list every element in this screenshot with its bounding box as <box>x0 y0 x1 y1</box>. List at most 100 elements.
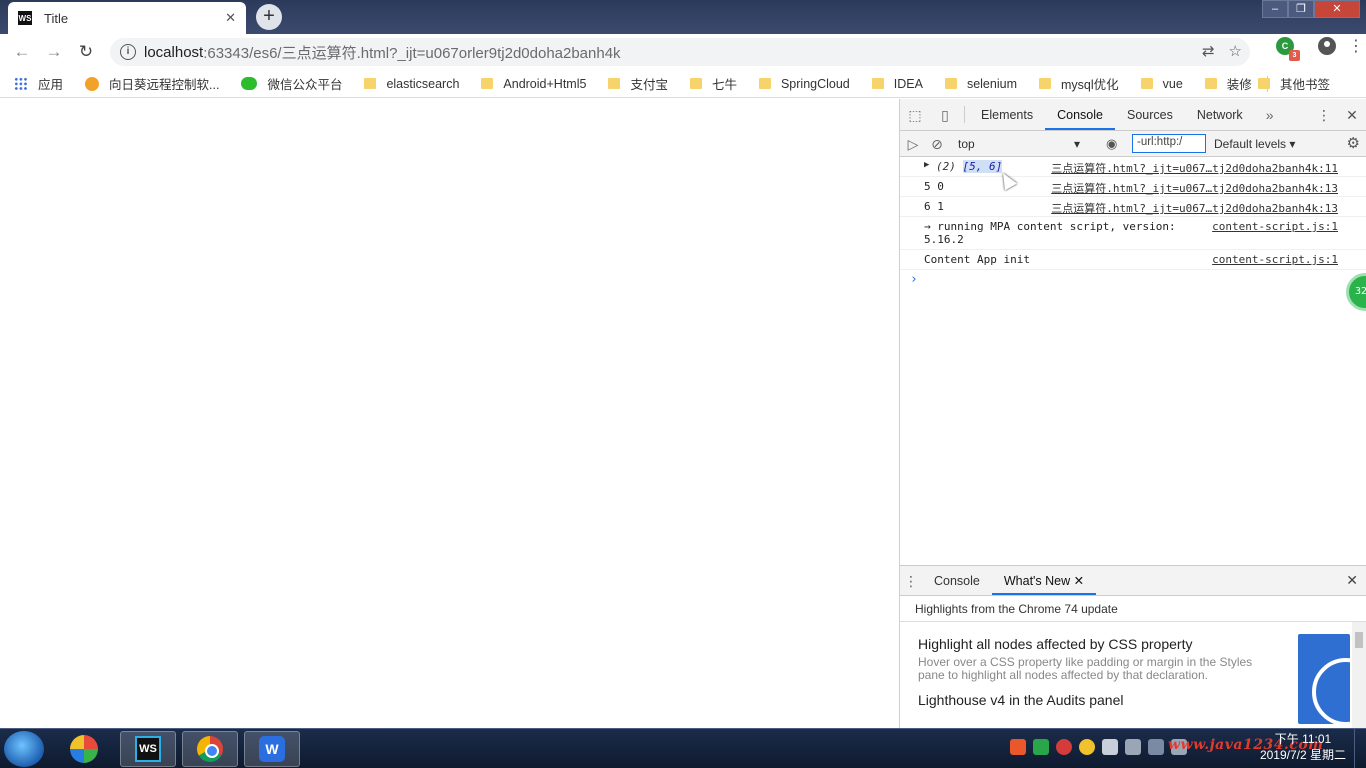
bookmark-item[interactable]: SpringCloud <box>758 77 850 91</box>
console-settings-gear-icon[interactable]: ⚙ <box>1347 134 1360 152</box>
menu-kebab-icon[interactable]: ⋮ <box>1348 36 1364 56</box>
system-tray <box>1010 739 1187 755</box>
bookmark-label: 支付宝 <box>630 78 668 92</box>
close-window-button[interactable]: ✕ <box>1314 0 1360 18</box>
browser-tab[interactable]: WS Title ✕ <box>8 2 246 34</box>
system-clock[interactable]: 下午 11:01 2019/7/2 星期二 <box>1260 731 1346 763</box>
wechat-icon <box>241 77 258 90</box>
message-text: 6 1 <box>924 200 944 213</box>
scrollbar-thumb[interactable] <box>1355 632 1363 648</box>
action-center-flag-icon[interactable] <box>1125 739 1141 755</box>
bookmark-item[interactable]: 向日葵远程控制软... <box>85 74 219 93</box>
bookmark-item[interactable]: selenium <box>944 77 1017 91</box>
drawer-scrollbar[interactable] <box>1352 622 1366 729</box>
bookmark-label: elasticsearch <box>386 76 460 91</box>
colorful-app-icon <box>70 735 98 763</box>
message-text: 5 0 <box>924 180 944 193</box>
tab-close-icon[interactable]: ✕ <box>1074 574 1084 588</box>
bookmark-label: 应用 <box>38 78 64 92</box>
message-source-link[interactable]: content-script.js:1 <box>1212 220 1338 233</box>
bookmark-item[interactable]: 支付宝 <box>608 74 668 93</box>
devtools-close-icon[interactable]: ✕ <box>1338 99 1366 131</box>
network-icon[interactable] <box>1148 739 1164 755</box>
show-desktop-button[interactable] <box>1354 729 1366 768</box>
bookmark-label: Android+Html5 <box>503 76 587 91</box>
drawer-tab-whats-new[interactable]: What's New ✕ <box>991 566 1097 595</box>
security-shield-icon[interactable] <box>1033 739 1049 755</box>
translate-icon[interactable]: ⇄ <box>1202 42 1215 60</box>
array-value[interactable]: [5, 6] <box>962 160 1003 173</box>
more-tabs-icon[interactable]: » <box>1255 99 1285 130</box>
console-message: ▶ (2) [5, 6] 三点运算符.html?_ijt=u067…tj2d0d… <box>900 157 1366 177</box>
address-bar[interactable]: i localhost:63343/es6/三点运算符.html?_ijt=u0… <box>110 38 1250 66</box>
message-source-link[interactable]: content-script.js:1 <box>1212 253 1338 266</box>
bookmark-item[interactable]: 微信公众平台 <box>241 74 342 93</box>
taskbar-app-wps[interactable]: W <box>244 731 300 767</box>
message-source-link[interactable]: 三点运算符.html?_ijt=u067…tj2d0doha2banh4k:13 <box>1051 180 1338 196</box>
extension-label: C <box>1281 41 1289 51</box>
clear-console-icon[interactable]: ⊘ <box>926 131 948 157</box>
extension-icon[interactable]: C3 <box>1276 37 1300 61</box>
back-button[interactable]: ← <box>6 36 38 68</box>
bookmark-item[interactable]: 装修 <box>1204 74 1252 93</box>
inspect-element-icon[interactable]: ⬚ <box>900 99 930 130</box>
new-tab-button[interactable]: + <box>256 4 282 30</box>
device-toggle-icon[interactable]: ▯ <box>930 99 960 130</box>
profile-avatar-icon[interactable] <box>1318 37 1336 55</box>
tray-app-icon[interactable] <box>1079 739 1095 755</box>
console-prompt[interactable]: › <box>900 270 1366 289</box>
bookmark-star-icon[interactable]: ☆ <box>1229 42 1242 60</box>
bookmark-item[interactable]: mysql优化 <box>1038 74 1119 93</box>
drawer-close-icon[interactable]: ✕ <box>1346 572 1358 589</box>
drawer-menu-icon[interactable]: ⋮ <box>900 566 922 595</box>
site-info-icon[interactable]: i <box>120 44 136 60</box>
taskbar-app-colors[interactable] <box>56 731 112 767</box>
array-count: (2) <box>936 160 956 173</box>
divider <box>964 106 965 123</box>
tray-app-icon[interactable] <box>1056 739 1072 755</box>
console-message: 5 0 三点运算符.html?_ijt=u067…tj2d0doha2banh4… <box>900 177 1366 197</box>
minimize-button[interactable]: – <box>1262 0 1288 18</box>
console-filter-input[interactable]: -url:http:/ <box>1132 134 1206 153</box>
tray-app-icon[interactable] <box>1010 739 1026 755</box>
taskbar-app-webstorm[interactable]: WS <box>120 731 176 767</box>
bookmark-item[interactable]: Android+Html5 <box>481 77 586 91</box>
windows-taskbar: WS W www.java1234.com 下午 11:01 2019/7/2 … <box>0 728 1366 768</box>
log-levels-select[interactable]: Default levels ▾ <box>1214 137 1295 151</box>
tab-close-icon[interactable]: ✕ <box>225 10 236 26</box>
tab-strip: WS Title ✕ + – ❐ ✕ <box>0 0 1366 34</box>
message-source-link[interactable]: 三点运算符.html?_ijt=u067…tj2d0doha2banh4k:13 <box>1051 200 1338 216</box>
wps-icon: W <box>259 736 285 762</box>
tab-elements[interactable]: Elements <box>969 99 1045 130</box>
usb-icon[interactable] <box>1102 739 1118 755</box>
folder-icon <box>1204 78 1217 89</box>
tab-sources[interactable]: Sources <box>1115 99 1185 130</box>
other-bookmarks[interactable]: 其他书签 <box>1257 74 1330 93</box>
forward-button[interactable]: → <box>38 36 70 68</box>
reload-button[interactable]: ↻ <box>70 36 102 68</box>
maximize-button[interactable]: ❐ <box>1288 0 1314 18</box>
taskbar-app-chrome[interactable] <box>182 731 238 767</box>
news-description: Hover over a CSS property like padding o… <box>918 655 1253 682</box>
context-select[interactable]: top ▾ <box>954 137 1084 151</box>
apps-icon <box>14 76 28 91</box>
devtools-menu-icon[interactable]: ⋮ <box>1310 99 1338 131</box>
tab-console[interactable]: Console <box>1045 99 1115 130</box>
devtools-tabbar: ⬚ ▯ Elements Console Sources Network » ⋮… <box>900 99 1366 131</box>
bookmark-item[interactable]: IDEA <box>871 77 923 91</box>
message-source-link[interactable]: 三点运算符.html?_ijt=u067…tj2d0doha2banh4k:11 <box>1051 160 1338 176</box>
start-button[interactable] <box>4 731 44 767</box>
bookmark-item[interactable]: vue <box>1140 77 1183 91</box>
bookmark-item[interactable]: 应用 <box>14 74 63 93</box>
webstorm-favicon-icon: WS <box>18 11 32 25</box>
drawer-tab-console[interactable]: Console <box>922 566 992 595</box>
bookmark-label: 其他书签 <box>1279 78 1330 92</box>
folder-icon <box>608 78 621 89</box>
expand-arrow-icon[interactable]: ▶ <box>924 160 929 170</box>
bookmark-item[interactable]: elasticsearch <box>364 77 459 91</box>
bookmark-item[interactable]: 七牛 <box>689 74 737 93</box>
bookmark-label: 七牛 <box>711 78 737 92</box>
sidebar-toggle-icon[interactable]: ▷ <box>900 131 926 157</box>
tab-network[interactable]: Network <box>1185 99 1255 130</box>
live-expression-eye-icon[interactable]: ◉ <box>1106 136 1124 152</box>
